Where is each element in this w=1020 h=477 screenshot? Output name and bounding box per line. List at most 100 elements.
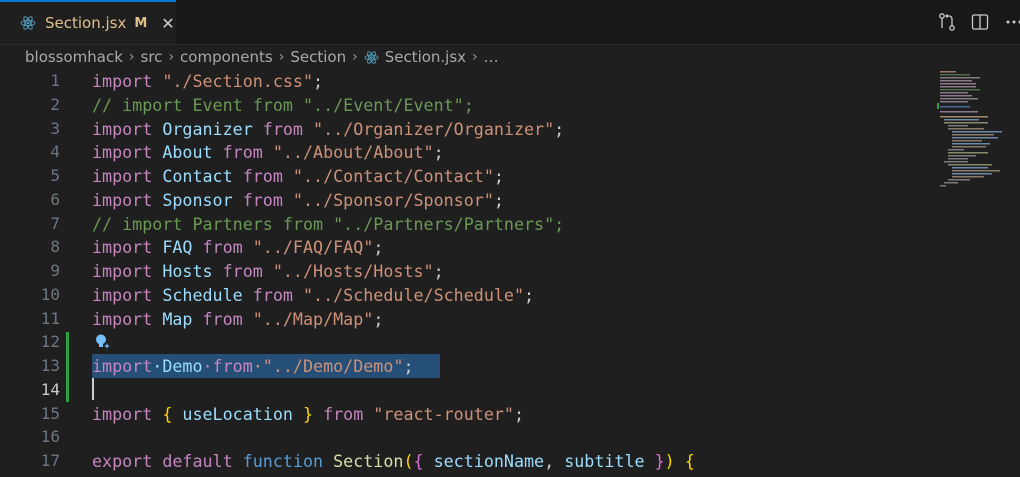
close-icon[interactable]: ✕ xyxy=(161,14,174,33)
open-changes-icon[interactable] xyxy=(937,12,957,32)
line-number: 2 xyxy=(50,95,60,114)
keyword: from xyxy=(192,309,243,329)
code-line: import "./Section.css"; xyxy=(92,69,323,93)
keyword: export xyxy=(92,451,153,471)
code-line: import Hosts from "../Hosts/Hosts"; xyxy=(92,259,444,283)
string: "../Schedule/Schedule" xyxy=(292,285,525,305)
string: ·"../Demo/Demo" xyxy=(252,356,404,376)
tab-label: Section.jsx xyxy=(45,14,127,32)
line-number: 13 xyxy=(40,356,60,375)
breadcrumb-item-section[interactable]: Section xyxy=(290,48,346,66)
chevron-right-icon: › xyxy=(352,49,358,65)
vertical-scrollbar[interactable] xyxy=(1006,69,1020,477)
line-number: 11 xyxy=(40,309,60,328)
punctuation: ; xyxy=(373,237,384,257)
breadcrumb-item-blossomhack[interactable]: blossomhack xyxy=(25,48,123,66)
code-line: import Sponsor from "../Sponsor/Sponsor"… xyxy=(92,188,504,212)
split-editor-icon[interactable] xyxy=(970,12,990,32)
code-line: import About from "../About/About"; xyxy=(92,140,444,164)
keyword: ·from xyxy=(202,356,253,376)
code-line: export default function Section({ sectio… xyxy=(92,449,695,473)
keyword: import xyxy=(92,142,153,162)
string: "../FAQ/FAQ" xyxy=(242,237,374,257)
line-number: 5 xyxy=(50,166,60,185)
keyword: from xyxy=(252,119,303,139)
tab-bar: Section.jsx M ✕ xyxy=(0,0,1020,45)
breadcrumb-item-symbols[interactable]: … xyxy=(484,48,499,66)
code-line: import Organizer from "../Organizer/Orga… xyxy=(92,117,564,141)
keyword: from xyxy=(313,404,364,424)
brace: { xyxy=(413,451,424,471)
identifier: ·Demo xyxy=(152,356,203,376)
line-number: 16 xyxy=(40,427,60,446)
identifier: Map xyxy=(152,309,193,329)
keyword: import xyxy=(92,309,153,329)
line-number: 1 xyxy=(50,71,60,90)
string: "../Sponsor/Sponsor" xyxy=(282,190,494,210)
keyword: function xyxy=(232,451,324,471)
code-line-selected: import·Demo·from·"../Demo/Demo"; xyxy=(92,354,414,378)
identifier: useLocation xyxy=(172,404,293,424)
identifier: FAQ xyxy=(152,237,193,257)
added-lines-indicator[interactable] xyxy=(66,332,69,402)
code-editor[interactable]: 1 2 3 4 5 6 7 8 9 10 11 12 13 14 15 16 1… xyxy=(0,69,1020,477)
line-number: 8 xyxy=(50,237,60,256)
punctuation: ; xyxy=(513,404,525,424)
keyword: import xyxy=(92,285,153,305)
function-name: Section xyxy=(323,451,404,471)
code-line: import { useLocation } from "react-route… xyxy=(92,402,524,426)
brace: } xyxy=(292,404,314,424)
breadcrumb: blossomhack › src › components › Section… xyxy=(0,45,1020,69)
react-icon xyxy=(364,50,379,64)
punctuation: ; xyxy=(403,356,414,376)
identifier: Organizer xyxy=(152,119,253,139)
parameter: subtitle xyxy=(554,451,645,471)
keyword: default xyxy=(152,451,233,471)
keyword: import xyxy=(92,261,153,281)
brace: { xyxy=(674,451,695,471)
keyword: from xyxy=(242,285,293,305)
breadcrumb-item-components[interactable]: components xyxy=(180,48,273,66)
punctuation: ; xyxy=(493,166,504,186)
code-lines: import "./Section.css"; // import Event … xyxy=(92,69,932,477)
paren: ( xyxy=(403,451,414,471)
string: "./Section.css" xyxy=(152,71,314,91)
string: "../Contact/Contact" xyxy=(282,166,494,186)
punctuation: ; xyxy=(554,119,565,139)
keyword: from xyxy=(212,261,263,281)
keyword: import xyxy=(92,166,153,186)
chevron-right-icon: › xyxy=(278,49,285,65)
breadcrumb-item-src[interactable]: src xyxy=(141,48,163,66)
chevron-right-icon: › xyxy=(472,49,478,65)
keyword: from xyxy=(192,237,243,257)
line-number-active: 14 xyxy=(40,380,60,399)
code-line: import Schedule from "../Schedule/Schedu… xyxy=(92,283,534,307)
punctuation: ; xyxy=(433,142,444,162)
keyword: import xyxy=(92,71,153,91)
line-number: 17 xyxy=(40,451,60,470)
string: "../Hosts/Hosts" xyxy=(262,261,434,281)
keyword: from xyxy=(232,166,283,186)
more-actions-icon[interactable] xyxy=(1004,12,1020,32)
punctuation: , xyxy=(544,451,555,471)
keyword: from xyxy=(212,142,263,162)
identifier: About xyxy=(152,142,213,162)
code-line-comment: // import Event from "../Event/Event"; xyxy=(92,95,474,115)
string: "../Map/Map" xyxy=(242,309,374,329)
line-number: 12 xyxy=(40,332,60,351)
punctuation: ; xyxy=(433,261,444,281)
brace: { xyxy=(152,404,173,424)
line-number-gutter: 1 2 3 4 5 6 7 8 9 10 11 12 13 14 15 16 1… xyxy=(0,69,70,477)
line-number: 15 xyxy=(40,404,60,423)
code-line-comment: // import Partners from "../Partners/Par… xyxy=(92,214,565,234)
punctuation: ; xyxy=(313,71,324,91)
keyword: from xyxy=(232,190,283,210)
tab-section-jsx[interactable]: Section.jsx M ✕ xyxy=(0,0,176,44)
punctuation: ; xyxy=(373,309,384,329)
code-line: import Contact from "../Contact/Contact"… xyxy=(92,164,504,188)
breadcrumb-item-file[interactable]: Section.jsx xyxy=(385,48,466,66)
identifier: Sponsor xyxy=(152,190,233,210)
parameter: sectionName xyxy=(423,451,545,471)
code-line: import Map from "../Map/Map"; xyxy=(92,307,383,331)
string: "react-router" xyxy=(363,404,514,424)
